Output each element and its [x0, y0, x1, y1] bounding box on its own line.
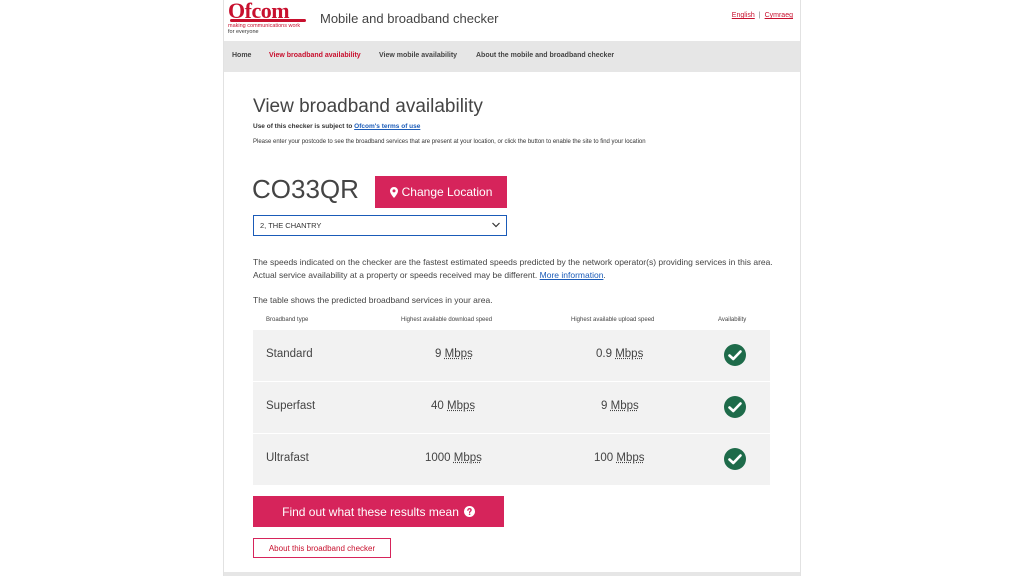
row-type: Standard — [266, 348, 313, 360]
nav-broadband[interactable]: View broadband availability — [269, 52, 361, 59]
terms-notice: Use of this checker is subject to Ofcom'… — [253, 123, 420, 130]
download-unit: Mbps — [447, 400, 476, 412]
table-intro: The table shows the predicted broadband … — [253, 295, 493, 305]
upload-unit: Mbps — [615, 348, 644, 360]
change-location-button[interactable]: Change Location — [375, 176, 507, 208]
row-download: 9 Mbps — [435, 348, 473, 360]
footer-divider — [224, 572, 800, 576]
download-value: 1000 — [425, 452, 451, 464]
main-nav: Home View broadband availability View mo… — [224, 41, 800, 72]
language-switcher: English | Cymraeg — [732, 12, 793, 19]
col-header-availability: Availability — [718, 317, 747, 323]
results-meaning-button[interactable]: Find out what these results mean — [253, 496, 504, 527]
table-row: Ultrafast 1000 Mbps 100 Mbps — [253, 434, 770, 485]
table-row: Standard 9 Mbps 0.9 Mbps — [253, 330, 770, 381]
page-container: Ofcom making communications work for eve… — [224, 0, 800, 576]
terms-prefix: Use of this checker is subject to — [253, 123, 353, 130]
change-location-label: Change Location — [401, 185, 493, 199]
row-upload: 9 Mbps — [601, 400, 639, 412]
upload-value: 0.9 — [596, 348, 612, 360]
download-unit: Mbps — [444, 348, 473, 360]
about-checker-button[interactable]: About this broadband checker — [253, 538, 391, 558]
logo-swoosh — [230, 19, 306, 22]
nav-mobile[interactable]: View mobile availability — [379, 52, 457, 59]
speed-disclaimer: The speeds indicated on the checker are … — [253, 256, 773, 282]
question-circle-icon — [463, 506, 475, 517]
logo-tagline: making communications work for everyone — [228, 23, 318, 35]
address-select[interactable]: 2, THE CHANTRY — [253, 215, 507, 236]
col-header-upload: Highest available upload speed — [571, 317, 655, 323]
col-header-type: Broadband type — [266, 317, 309, 323]
download-value: 9 — [435, 348, 442, 360]
disclaimer-end: . — [603, 270, 606, 280]
map-pin-icon — [389, 186, 398, 198]
upload-value: 100 — [594, 452, 614, 464]
check-circle-icon — [724, 344, 746, 366]
row-upload: 0.9 Mbps — [596, 348, 643, 360]
row-download: 1000 Mbps — [425, 452, 482, 464]
download-value: 40 — [431, 400, 444, 412]
page-title: View broadband availability — [253, 96, 483, 117]
lang-separator: | — [758, 12, 761, 19]
chevron-down-icon — [492, 222, 500, 228]
check-circle-icon — [724, 448, 746, 470]
more-information-link[interactable]: More information — [540, 270, 604, 280]
row-upload: 100 Mbps — [594, 452, 645, 464]
row-type: Superfast — [266, 400, 316, 412]
postcode-display: CO33QR — [252, 174, 359, 204]
col-header-download: Highest available download speed — [401, 317, 493, 323]
upload-value: 9 — [601, 400, 608, 412]
nav-about[interactable]: About the mobile and broadband checker — [476, 52, 614, 59]
upload-unit: Mbps — [610, 400, 639, 412]
lang-welsh-link[interactable]: Cymraeg — [765, 12, 793, 19]
row-type: Ultrafast — [266, 452, 309, 464]
site-header: Ofcom making communications work for eve… — [224, 0, 800, 40]
lang-english-link[interactable]: English — [732, 12, 755, 19]
download-unit: Mbps — [453, 452, 482, 464]
results-meaning-label: Find out what these results mean — [282, 504, 459, 519]
address-selected-value: 2, THE CHANTRY — [260, 221, 322, 230]
disclaimer-text: The speeds indicated on the checker are … — [253, 257, 773, 280]
check-circle-icon — [724, 396, 746, 418]
logo-tagline-line2: for everyone — [228, 29, 259, 35]
row-download: 40 Mbps — [431, 400, 475, 412]
nav-home[interactable]: Home — [232, 52, 251, 59]
table-row: Superfast 40 Mbps 9 Mbps — [253, 382, 770, 433]
upload-unit: Mbps — [616, 452, 645, 464]
instructions: Please enter your postcode to see the br… — [253, 139, 646, 145]
app-title: Mobile and broadband checker — [320, 11, 499, 26]
ofcom-logo[interactable]: Ofcom making communications work for eve… — [228, 0, 308, 36]
page-border-right — [800, 0, 801, 576]
terms-link[interactable]: Ofcom's terms of use — [354, 123, 420, 130]
